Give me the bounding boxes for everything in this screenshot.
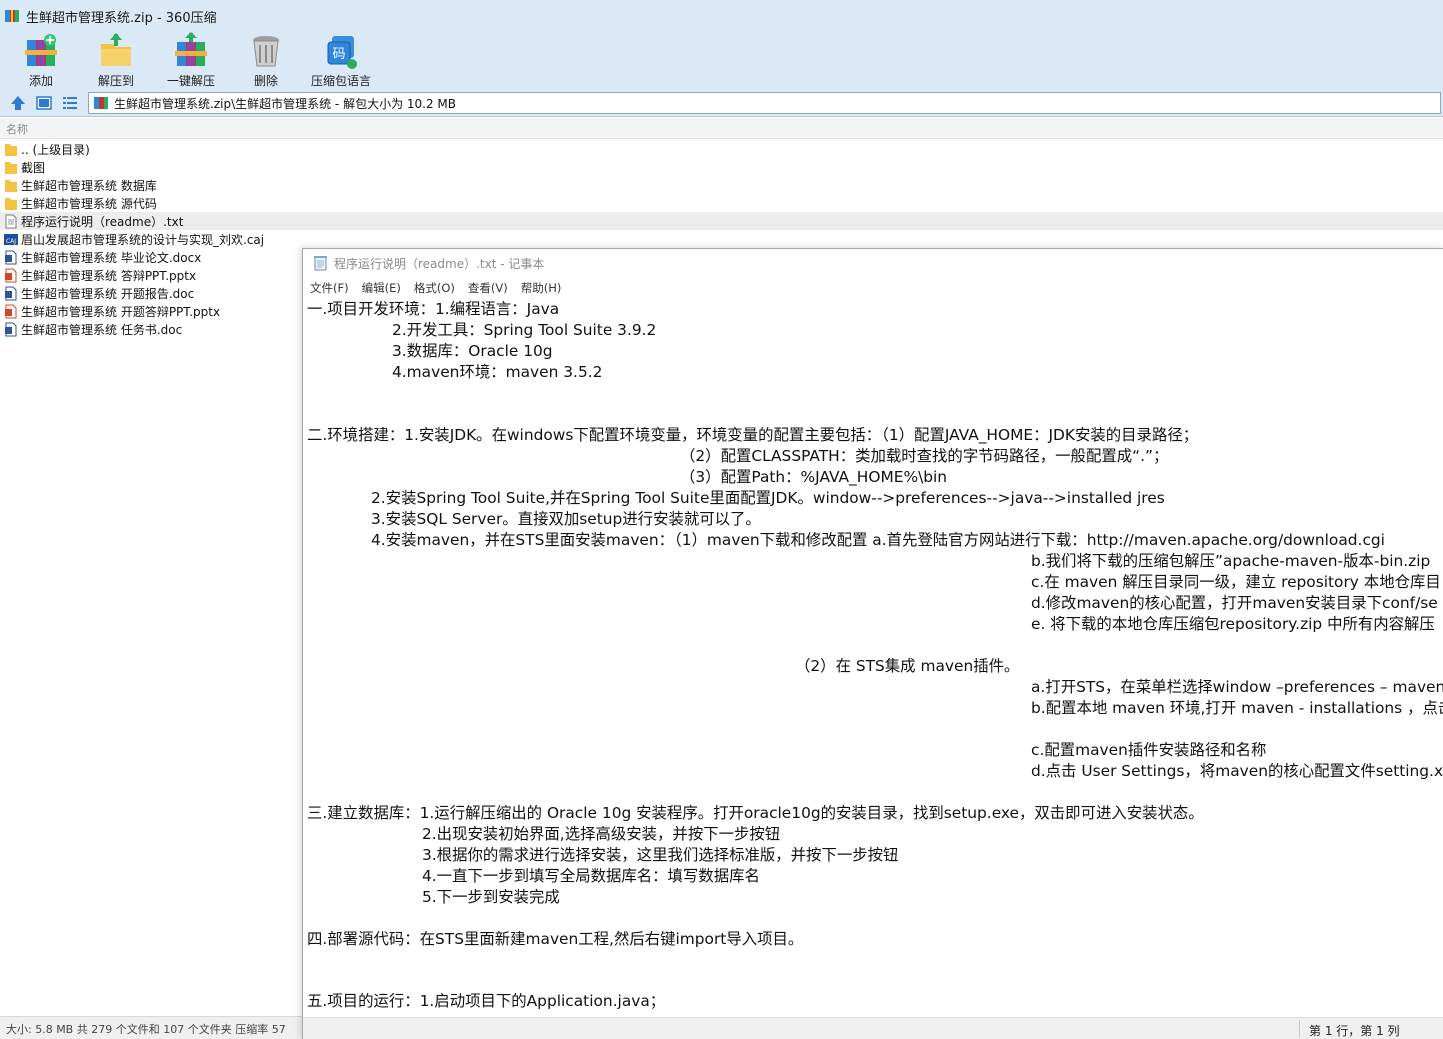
powerpoint-file-icon [5,268,17,282]
menu-file[interactable]: 文件(F) [310,280,349,296]
archive-language-icon: 码 [327,36,357,69]
text-line: 3.安装SQL Server。直接双加setup进行安装就可以了。 [371,510,761,528]
word-file-icon [5,250,17,264]
svg-text:码: 码 [332,47,345,62]
archive-language-button[interactable]: 码 压缩包语言 [310,32,372,90]
notepad-menu-bar: 文件(F) 编辑(E) 格式(O) 查看(V) 帮助(H) [303,278,1443,298]
text-line: 三.建立数据库：1.运行解压缩出的 Oracle 10g 安装程序。打开orac… [307,804,1204,822]
svg-text:CAJ: CAJ [6,238,16,245]
text-line: （3）配置Path：%JAVA_HOME%\bin [680,468,948,486]
path-text: 生鲜超市管理系统.zip\生鲜超市管理系统 - 解包大小为 10.2 MB [114,96,457,111]
file-name: 生鲜超市管理系统 开题答辩PPT.pptx [21,304,221,319]
menu-format[interactable]: 格式(O) [414,280,455,296]
text-line: 3.数据库：Oracle 10g [392,342,553,360]
text-line: 2.安装Spring Tool Suite,并在Spring Tool Suit… [371,489,1165,507]
file-name: 眉山发展超市管理系统的设计与实现_刘欢.caj [21,232,265,247]
delete-trash-icon [253,36,279,67]
add-archive-icon [25,34,57,66]
zip-address-bar: 生鲜超市管理系统.zip\生鲜超市管理系统 - 解包大小为 10.2 MB [0,90,1443,117]
extract-to-button[interactable]: 解压到 [96,32,136,90]
text-line: c.在 maven 解压目录同一级，建立 repository 本地仓库目 [1031,573,1441,591]
cursor-position: 第 1 行，第 1 列 [1309,1024,1400,1038]
text-line: 2.出现安装初始界面,选择高级安装，并按下一步按钮 [422,825,781,843]
caj-file-icon: CAJ [4,233,18,245]
status-divider [1299,1020,1300,1038]
text-line: 五.项目的运行：1.启动项目下的Application.java； [307,992,666,1010]
archive-path-icon [94,97,108,109]
notepad-status-bar: 第 1 行，第 1 列 [303,1017,1443,1039]
text-line: 一.项目开发环境：1.编程语言：Java [307,300,560,318]
file-name: 生鲜超市管理系统 数据库 [21,178,157,193]
word-file-icon [5,286,17,300]
one-click-extract-label: 一键解压 [166,74,215,88]
add-button[interactable]: 添加 [22,32,60,90]
notepad-title-bar[interactable]: 程序运行说明（readme）.txt - 记事本 [303,249,1443,277]
menu-edit[interactable]: 编辑(E) [362,280,401,296]
folder-up-icon [5,143,17,156]
zip-status-text: 大小: 5.8 MB 共 279 个文件和 107 个文件夹 压缩率 57 [6,1023,286,1036]
one-click-extract-button[interactable]: 一键解压 [166,32,216,90]
folder-icon [5,197,17,210]
file-name: 生鲜超市管理系统 毕业论文.docx [21,250,202,265]
add-label: 添加 [28,74,53,88]
file-name: 截图 [21,160,46,175]
powerpoint-file-icon [5,304,17,318]
text-line: d.点击 User Settings，将maven的核心配置文件setting.… [1031,762,1443,780]
menu-help[interactable]: 帮助(H) [521,280,562,296]
folder-icon [5,161,17,174]
text-line: 二.环境搭建：1.安装JDK。在windows下配置环境变量，环境变量的配置主要… [307,426,1199,444]
text-line: b.配置本地 maven 环境,打开 maven - installations… [1031,699,1443,717]
text-line: （2）在 STS集成 maven插件。 [795,657,1020,675]
delete-label: 删除 [253,74,278,88]
extract-to-label: 解压到 [97,74,134,88]
folder-icon [5,179,17,192]
text-line: c.配置maven插件安装路径和名称 [1031,741,1267,759]
text-line: 4.一直下一步到填写全局数据库名：填写数据库名 [422,867,760,885]
extract-to-icon [101,33,131,66]
notepad-icon [314,256,327,271]
text-line: 4.maven环境：maven 3.5.2 [392,363,603,381]
notepad-window-title: 程序运行说明（readme）.txt - 记事本 [334,256,545,271]
text-line: 四.部署源代码：在STS里面新建maven工程,然后右键import导入项目。 [307,930,804,948]
list-item[interactable]: 截图 [0,158,1443,176]
column-header[interactable]: 名称 [0,118,1443,139]
one-click-extract-icon [175,32,207,66]
delete-button[interactable]: 删除 [248,32,284,90]
text-line: b.我们将下载的压缩包解压”apache-maven-版本-bin.zip [1031,552,1431,570]
archive-app-icon [5,10,19,22]
list-item[interactable]: 生鲜超市管理系统 源代码 [0,194,1443,212]
text-line: 3.根据你的需求进行选择安装，这里我们选择标准版，并按下一步按钮 [422,846,899,864]
text-line: 4.安装maven，并在STS里面安装maven：（1）maven下载和修改配置… [371,531,1385,549]
zip-title-bar: 生鲜超市管理系统.zip - 360压缩 [0,0,1443,32]
word-file-icon [5,322,17,336]
text-line: 2.开发工具：Spring Tool Suite 3.9.2 [392,321,657,339]
list-item[interactable]: .. (上级目录) [0,140,1443,158]
file-name: 生鲜超市管理系统 源代码 [21,196,157,211]
file-name: 程序运行说明（readme）.txt [21,214,184,229]
file-name: 生鲜超市管理系统 任务书.doc [21,322,183,337]
menu-view[interactable]: 查看(V) [468,280,508,296]
file-name: 生鲜超市管理系统 答辩PPT.pptx [21,268,197,283]
notepad-text-area[interactable]: 一.项目开发环境：1.编程语言：Java 2.开发工具：Spring Tool … [307,299,1443,1019]
text-line: a.打开STS，在菜单栏选择window –preferences – mave… [1031,678,1443,696]
list-item[interactable]: CAJ 眉山发展超市管理系统的设计与实现_刘欢.caj [0,230,1443,248]
list-item[interactable]: 生鲜超市管理系统 数据库 [0,176,1443,194]
file-name: .. (上级目录) [21,142,90,157]
list-item-selected[interactable]: 程序运行说明（readme）.txt [0,212,1443,230]
zip-window-title: 生鲜超市管理系统.zip - 360压缩 [26,10,217,26]
zip-toolbar: 添加 解压到 一键解压 删除 码 压缩包语言 [0,32,1443,90]
thumbnail-view-icon[interactable] [36,95,52,111]
notepad-window[interactable]: 程序运行说明（readme）.txt - 记事本 文件(F) 编辑(E) 格式(… [302,248,1443,1039]
name-column-header[interactable]: 名称 [6,121,28,137]
text-line: 5.下一步到安装完成 [422,888,560,906]
list-view-icon[interactable] [62,95,78,111]
text-line: d.修改maven的核心配置，打开maven安装目录下conf/se [1031,594,1438,612]
up-arrow-icon[interactable] [10,95,26,111]
archive-language-label: 压缩包语言 [310,74,371,88]
text-line: （2）配置CLASSPATH：类加载时查找的字节码路径，一般配置成“.”； [680,447,1169,465]
text-line: e. 将下载的本地仓库压缩包repository.zip 中所有内容解压 [1031,615,1435,633]
file-name: 生鲜超市管理系统 开题报告.doc [21,286,195,301]
path-field[interactable]: 生鲜超市管理系统.zip\生鲜超市管理系统 - 解包大小为 10.2 MB [88,92,1441,114]
text-file-icon [5,214,17,228]
